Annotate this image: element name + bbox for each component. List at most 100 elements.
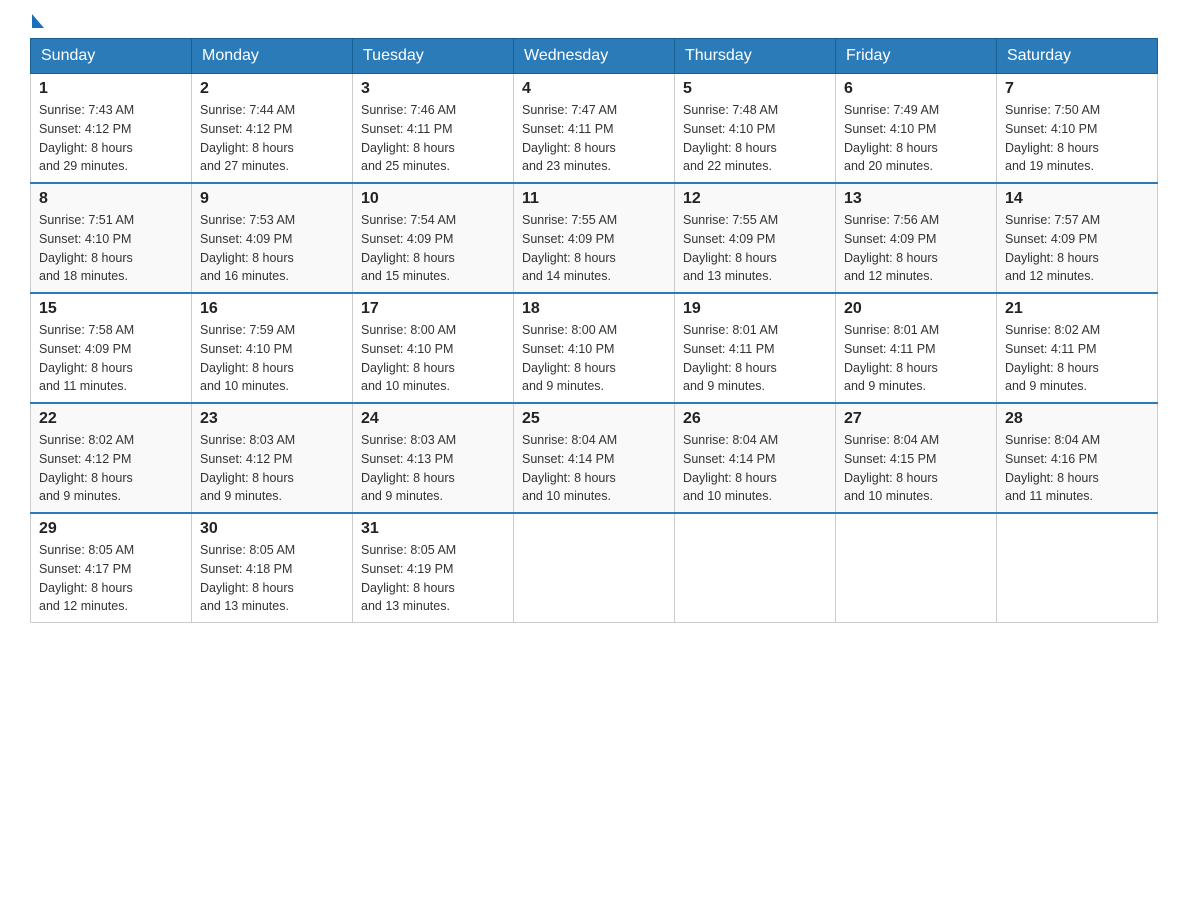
day-number: 31 [361, 520, 505, 538]
calendar-cell: 14 Sunrise: 7:57 AMSunset: 4:09 PMDayligh… [997, 183, 1158, 293]
calendar-cell: 31Sunrise: 8:05 AMSunset: 4:19 PMDayligh… [353, 513, 514, 623]
day-number: 3 [361, 80, 505, 98]
day-info: Sunrise: 8:03 AMSunset: 4:12 PMDaylight:… [200, 431, 344, 506]
logo-triangle-icon [32, 14, 44, 28]
day-number: 13 [844, 190, 988, 208]
calendar-cell: 24 Sunrise: 8:03 AMSunset: 4:13 PMDayligh… [353, 403, 514, 513]
week-row-3: 15 Sunrise: 7:58 AMSunset: 4:09 PMDayligh… [31, 293, 1158, 403]
calendar-cell: 13 Sunrise: 7:56 AMSunset: 4:09 PMDayligh… [836, 183, 997, 293]
day-info: Sunrise: 8:05 AMSunset: 4:17 PMDaylight:… [39, 541, 183, 616]
day-number: 2 [200, 80, 344, 98]
day-info: Sunrise: 7:55 AMSunset: 4:09 PMDaylight:… [522, 211, 666, 286]
calendar-cell: 9 Sunrise: 7:53 AMSunset: 4:09 PMDaylight… [192, 183, 353, 293]
day-info: Sunrise: 7:48 AMSunset: 4:10 PMDaylight:… [683, 101, 827, 176]
calendar-cell [514, 513, 675, 623]
calendar-cell: 21 Sunrise: 8:02 AMSunset: 4:11 PMDayligh… [997, 293, 1158, 403]
day-info: Sunrise: 8:04 AMSunset: 4:14 PMDaylight:… [683, 431, 827, 506]
day-info: Sunrise: 8:02 AMSunset: 4:11 PMDaylight:… [1005, 321, 1149, 396]
day-number: 28 [1005, 410, 1149, 428]
day-info: Sunrise: 7:46 AMSunset: 4:11 PMDaylight:… [361, 101, 505, 176]
day-info: Sunrise: 8:03 AMSunset: 4:13 PMDaylight:… [361, 431, 505, 506]
day-number: 22 [39, 410, 183, 428]
day-number: 24 [361, 410, 505, 428]
day-number: 9 [200, 190, 344, 208]
calendar-cell: 30 Sunrise: 8:05 AMSunset: 4:18 PMDayligh… [192, 513, 353, 623]
day-header-wednesday: Wednesday [514, 39, 675, 74]
day-number: 20 [844, 300, 988, 318]
day-header-sunday: Sunday [31, 39, 192, 74]
day-info: Sunrise: 8:02 AMSunset: 4:12 PMDaylight:… [39, 431, 183, 506]
day-number: 29 [39, 520, 183, 538]
day-header-friday: Friday [836, 39, 997, 74]
day-info: Sunrise: 7:54 AMSunset: 4:09 PMDaylight:… [361, 211, 505, 286]
day-info: Sunrise: 7:51 AMSunset: 4:10 PMDaylight:… [39, 211, 183, 286]
calendar-cell: 6Sunrise: 7:49 AMSunset: 4:10 PMDaylight… [836, 74, 997, 184]
day-number: 1 [39, 80, 183, 98]
day-info: Sunrise: 7:50 AMSunset: 4:10 PMDaylight:… [1005, 101, 1149, 176]
day-number: 16 [200, 300, 344, 318]
calendar-cell: 11 Sunrise: 7:55 AMSunset: 4:09 PMDayligh… [514, 183, 675, 293]
calendar-cell: 4Sunrise: 7:47 AMSunset: 4:11 PMDaylight… [514, 74, 675, 184]
day-info: Sunrise: 8:04 AMSunset: 4:14 PMDaylight:… [522, 431, 666, 506]
day-info: Sunrise: 7:57 AMSunset: 4:09 PMDaylight:… [1005, 211, 1149, 286]
day-info: Sunrise: 7:58 AMSunset: 4:09 PMDaylight:… [39, 321, 183, 396]
day-number: 30 [200, 520, 344, 538]
day-number: 12 [683, 190, 827, 208]
day-number: 18 [522, 300, 666, 318]
calendar-cell: 8 Sunrise: 7:51 AMSunset: 4:10 PMDaylight… [31, 183, 192, 293]
calendar-cell: 22 Sunrise: 8:02 AMSunset: 4:12 PMDayligh… [31, 403, 192, 513]
day-number: 6 [844, 80, 988, 98]
day-number: 27 [844, 410, 988, 428]
calendar-cell: 15 Sunrise: 7:58 AMSunset: 4:09 PMDayligh… [31, 293, 192, 403]
day-number: 8 [39, 190, 183, 208]
calendar-cell: 27 Sunrise: 8:04 AMSunset: 4:15 PMDayligh… [836, 403, 997, 513]
header [30, 20, 1158, 28]
calendar-cell: 16 Sunrise: 7:59 AMSunset: 4:10 PMDayligh… [192, 293, 353, 403]
day-info: Sunrise: 7:44 AMSunset: 4:12 PMDaylight:… [200, 101, 344, 176]
day-number: 15 [39, 300, 183, 318]
calendar-cell: 25 Sunrise: 8:04 AMSunset: 4:14 PMDayligh… [514, 403, 675, 513]
day-info: Sunrise: 7:43 AMSunset: 4:12 PMDaylight:… [39, 101, 183, 176]
calendar-cell: 3 Sunrise: 7:46 AMSunset: 4:11 PMDaylight… [353, 74, 514, 184]
day-number: 10 [361, 190, 505, 208]
week-row-2: 8 Sunrise: 7:51 AMSunset: 4:10 PMDaylight… [31, 183, 1158, 293]
day-info: Sunrise: 7:56 AMSunset: 4:09 PMDaylight:… [844, 211, 988, 286]
day-number: 7 [1005, 80, 1149, 98]
day-number: 26 [683, 410, 827, 428]
day-number: 23 [200, 410, 344, 428]
calendar-cell: 7 Sunrise: 7:50 AMSunset: 4:10 PMDaylight… [997, 74, 1158, 184]
day-info: Sunrise: 7:53 AMSunset: 4:09 PMDaylight:… [200, 211, 344, 286]
day-info: Sunrise: 8:04 AMSunset: 4:15 PMDaylight:… [844, 431, 988, 506]
day-number: 14 [1005, 190, 1149, 208]
week-row-5: 29 Sunrise: 8:05 AMSunset: 4:17 PMDayligh… [31, 513, 1158, 623]
day-number: 5 [683, 80, 827, 98]
calendar-cell [836, 513, 997, 623]
day-info: Sunrise: 7:55 AMSunset: 4:09 PMDaylight:… [683, 211, 827, 286]
day-number: 11 [522, 190, 666, 208]
calendar-cell: 2 Sunrise: 7:44 AMSunset: 4:12 PMDaylight… [192, 74, 353, 184]
calendar-cell: 26 Sunrise: 8:04 AMSunset: 4:14 PMDayligh… [675, 403, 836, 513]
day-header-monday: Monday [192, 39, 353, 74]
calendar-cell: 28 Sunrise: 8:04 AMSunset: 4:16 PMDayligh… [997, 403, 1158, 513]
day-header-row: SundayMondayTuesdayWednesdayThursdayFrid… [31, 39, 1158, 74]
day-info: Sunrise: 7:59 AMSunset: 4:10 PMDaylight:… [200, 321, 344, 396]
day-number: 19 [683, 300, 827, 318]
calendar-cell: 19 Sunrise: 8:01 AMSunset: 4:11 PMDayligh… [675, 293, 836, 403]
day-info: Sunrise: 8:05 AMSunset: 4:18 PMDaylight:… [200, 541, 344, 616]
day-info: Sunrise: 7:47 AMSunset: 4:11 PMDaylight:… [522, 101, 666, 176]
calendar-cell: 23 Sunrise: 8:03 AMSunset: 4:12 PMDayligh… [192, 403, 353, 513]
week-row-1: 1 Sunrise: 7:43 AMSunset: 4:12 PMDaylight… [31, 74, 1158, 184]
week-row-4: 22 Sunrise: 8:02 AMSunset: 4:12 PMDayligh… [31, 403, 1158, 513]
day-number: 25 [522, 410, 666, 428]
calendar-cell: 20 Sunrise: 8:01 AMSunset: 4:11 PMDayligh… [836, 293, 997, 403]
calendar-cell: 18 Sunrise: 8:00 AMSunset: 4:10 PMDayligh… [514, 293, 675, 403]
calendar-cell: 5 Sunrise: 7:48 AMSunset: 4:10 PMDaylight… [675, 74, 836, 184]
calendar-cell: 17Sunrise: 8:00 AMSunset: 4:10 PMDayligh… [353, 293, 514, 403]
day-header-thursday: Thursday [675, 39, 836, 74]
day-info: Sunrise: 8:01 AMSunset: 4:11 PMDaylight:… [683, 321, 827, 396]
day-info: Sunrise: 8:00 AMSunset: 4:10 PMDaylight:… [522, 321, 666, 396]
day-info: Sunrise: 8:04 AMSunset: 4:16 PMDaylight:… [1005, 431, 1149, 506]
calendar-table: SundayMondayTuesdayWednesdayThursdayFrid… [30, 38, 1158, 623]
day-number: 21 [1005, 300, 1149, 318]
day-info: Sunrise: 8:01 AMSunset: 4:11 PMDaylight:… [844, 321, 988, 396]
